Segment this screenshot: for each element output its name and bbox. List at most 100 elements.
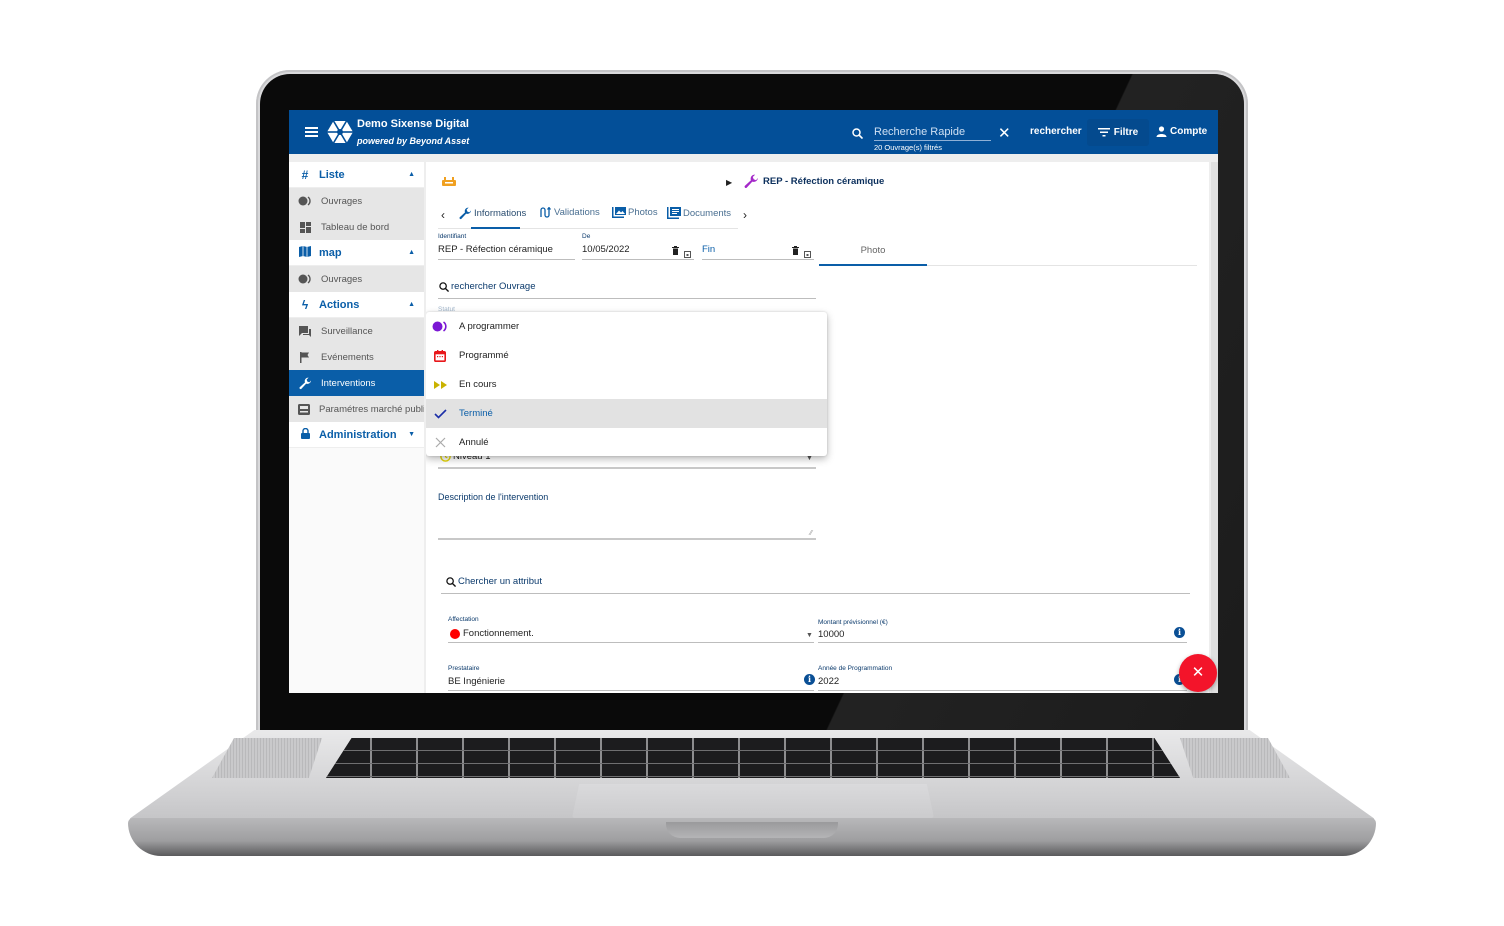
intervention-detail-panel: ▶ REP - Réfection céramique ‹ Informatio… (426, 162, 1209, 693)
calendar-icon[interactable] (684, 251, 691, 258)
laptop-notch (666, 822, 838, 838)
search-ouvrage-underline (438, 298, 816, 299)
sidebar-item-ouvrages[interactable]: Ouvrages (289, 188, 424, 214)
wrench-icon (459, 207, 471, 220)
calendar-icon[interactable] (804, 251, 811, 258)
tab-photos[interactable]: Photos (612, 207, 658, 218)
quick-search-input[interactable] (874, 123, 991, 141)
option-label: Annulé (459, 437, 489, 448)
option-label: Terminé (459, 408, 493, 419)
description-textarea[interactable] (438, 506, 816, 538)
search-attribute-input[interactable]: Chercher un attribut (446, 576, 542, 587)
status-option-a-programmer[interactable]: A programmer (426, 312, 827, 341)
end-date-field[interactable]: Fin (702, 244, 715, 255)
sidebar-section-map[interactable]: map ▲ (289, 240, 424, 266)
sidebar-item-interventions[interactable]: Interventions (289, 370, 424, 396)
status-dot-icon (450, 628, 460, 639)
tabs-scroll-right-button[interactable]: › (743, 208, 747, 222)
prestataire-label: Prestataire (448, 665, 480, 672)
tab-label: Informations (474, 208, 527, 219)
clear-search-button[interactable]: ✕ (998, 124, 1011, 142)
option-label: Programmé (459, 350, 509, 361)
dashboard-icon (298, 221, 312, 233)
search-icon (439, 281, 449, 292)
filtered-count: 20 Ouvrage(s) filtrés (874, 143, 942, 152)
toggle-circle-icon (298, 196, 312, 206)
tab-documents[interactable]: Documents (667, 207, 731, 219)
info-icon[interactable]: i (804, 674, 815, 685)
chevron-up-icon: ▲ (408, 249, 415, 256)
search-attribute-placeholder: Chercher un attribut (458, 576, 542, 587)
affectation-value: Fonctionnement. (463, 628, 534, 639)
montant-field[interactable]: 10000 (818, 629, 844, 640)
identifiant-label: Identifiant (438, 233, 467, 240)
wrench-icon (298, 377, 312, 390)
sidebar-item-parametres-marche-public[interactable]: Paramétres marché public (289, 396, 424, 422)
search-ouvrage-input[interactable]: rechercher Ouvrage (439, 281, 535, 292)
status-option-programme[interactable]: Programmé (426, 341, 827, 370)
chevron-down-icon: ▼ (408, 431, 415, 438)
close-icon (432, 437, 448, 448)
calendar-icon (432, 349, 448, 362)
status-option-termine[interactable]: Terminé (426, 399, 827, 428)
section-label: map (319, 246, 342, 259)
app-screen: Demo Sixense Digital powered by Beyond A… (289, 110, 1218, 693)
sidebar-section-administration[interactable]: Administration ▼ (289, 422, 424, 448)
search-icon (852, 128, 863, 139)
laptop-trackpad (572, 784, 934, 818)
sidebar-item-map-ouvrages[interactable]: Ouvrages (289, 266, 424, 292)
start-date-field[interactable]: 10/05/2022 (582, 244, 630, 255)
sidebar-section-liste[interactable]: # Liste ▲ (289, 162, 424, 188)
resize-handle-icon[interactable]: ⁄⁄ (810, 530, 812, 537)
fast-forward-icon (432, 380, 448, 389)
sidebar-section-actions[interactable]: ϟ Actions ▲ (289, 292, 424, 318)
close-fab-button[interactable]: ✕ (1179, 654, 1217, 692)
menu-icon[interactable] (305, 127, 318, 137)
nav-label: Interventions (321, 377, 376, 389)
identifiant-underline (438, 259, 575, 260)
info-icon[interactable]: i (1174, 627, 1185, 638)
hash-icon: # (301, 167, 309, 182)
annee-underline (818, 690, 1187, 691)
intervention-title: REP - Réfection céramique (763, 176, 885, 187)
tab-validations[interactable]: Validations (540, 207, 600, 218)
montant-label: Montant prévisionnel (€) (818, 619, 888, 626)
status-dropdown-menu: A programmer Programmé En cours Terminé (426, 312, 827, 456)
sidebar-item-evenements[interactable]: Evénements (289, 344, 424, 370)
tab-label: Validations (554, 207, 600, 218)
prestataire-underline (448, 690, 814, 691)
chevron-down-icon: ▼ (806, 632, 813, 639)
trash-icon[interactable] (672, 246, 679, 255)
filter-button[interactable]: Filtre (1087, 119, 1149, 146)
toggle-circle-icon (432, 321, 448, 332)
option-label: A programmer (459, 321, 520, 332)
trash-icon[interactable] (792, 246, 799, 255)
chat-icon (298, 325, 312, 337)
affectation-select[interactable]: Fonctionnement. (450, 628, 534, 639)
annee-field[interactable]: 2022 (818, 676, 839, 687)
identifiant-field[interactable]: REP - Réfection céramique (438, 244, 553, 255)
inbox-icon (298, 403, 310, 415)
chevron-up-icon: ▲ (408, 171, 415, 178)
search-attribute-underline (441, 593, 1190, 594)
top-app-bar: Demo Sixense Digital powered by Beyond A… (289, 110, 1218, 154)
tab-informations[interactable]: Informations (459, 207, 526, 220)
sidebar-item-tableau-de-bord[interactable]: Tableau de bord (289, 214, 424, 240)
breadcrumb: REP - Réfection céramique (744, 174, 884, 189)
bolt-icon: ϟ (301, 297, 309, 312)
detail-tabs: ‹ Informations Validations Photos Docume… (438, 202, 747, 229)
search-button[interactable]: rechercher (1030, 126, 1082, 137)
nav-label: Surveillance (321, 325, 373, 337)
laptop-keyboard (326, 738, 1180, 778)
panel-scrollbar[interactable] (1211, 162, 1218, 693)
end-date-underline (702, 259, 814, 260)
status-option-annule[interactable]: Annulé (426, 428, 827, 457)
prestataire-field[interactable]: BE Ingénierie (448, 676, 505, 687)
status-option-en-cours[interactable]: En cours (426, 370, 827, 399)
account-button[interactable]: Compte (1156, 126, 1207, 137)
sidebar-item-surveillance[interactable]: Surveillance (289, 318, 424, 344)
wrench-icon (744, 174, 758, 188)
tabs-scroll-left-button[interactable]: ‹ (441, 208, 445, 222)
tab-photo[interactable]: Photo (819, 245, 927, 265)
map-icon (298, 245, 312, 260)
